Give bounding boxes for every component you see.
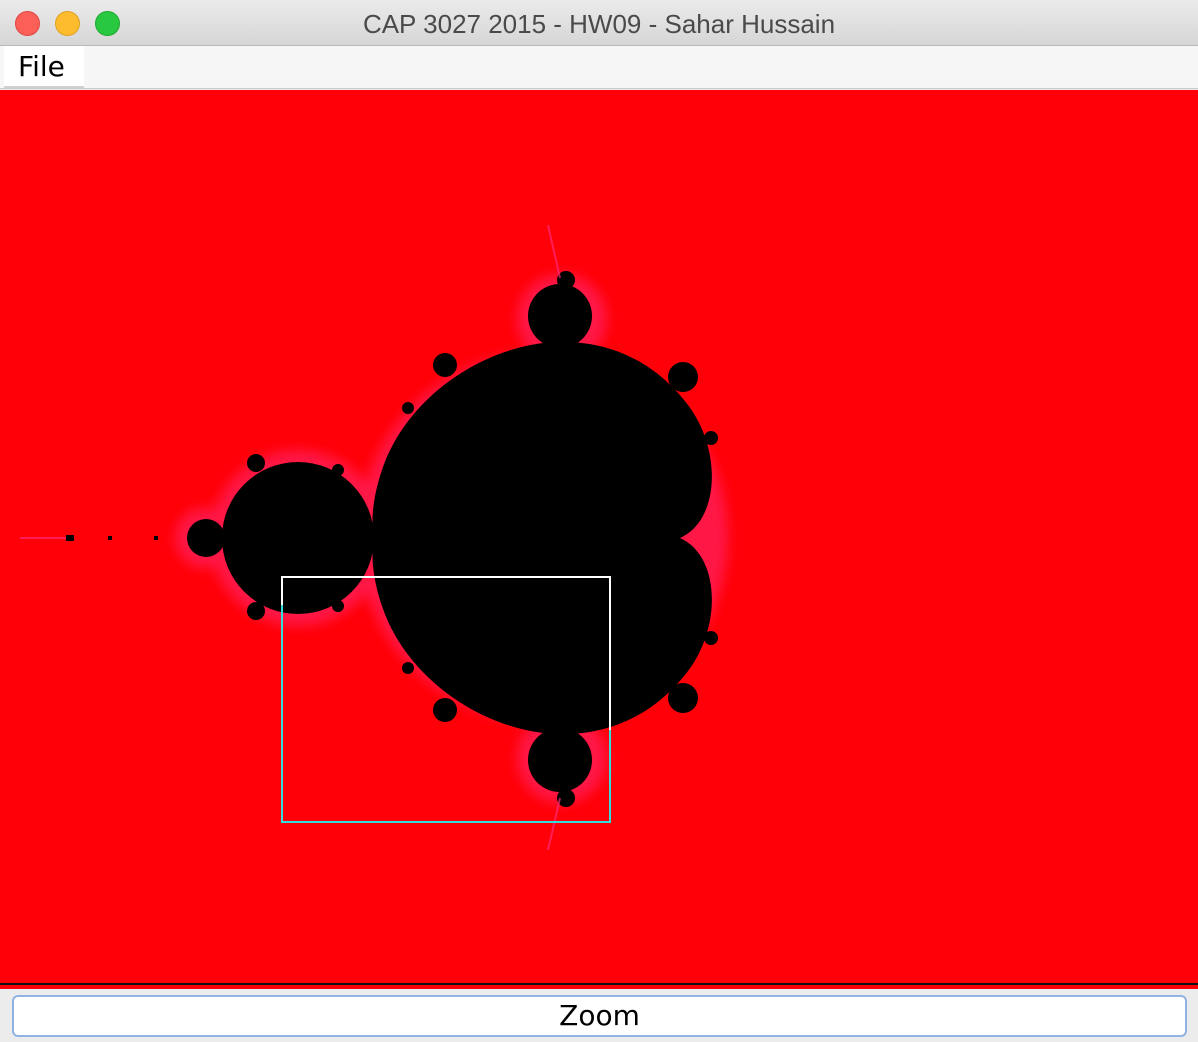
bottom-bulb	[528, 728, 592, 792]
mandelbrot-image	[0, 90, 1198, 983]
zoom-bar: Zoom	[0, 989, 1198, 1042]
zoom-button[interactable]: Zoom	[12, 995, 1187, 1037]
top-bulb	[528, 284, 592, 348]
window-title: CAP 3027 2015 - HW09 - Sahar Hussain	[362, 9, 836, 39]
menu-bar: File	[0, 46, 1198, 89]
fractal-canvas[interactable]	[0, 90, 1198, 983]
left-minibulb	[187, 519, 225, 557]
period-two-bulb	[222, 462, 374, 614]
menu-file[interactable]: File	[4, 46, 84, 88]
title-bar: CAP 3027 2015 - HW09 - Sahar Hussain	[0, 0, 1198, 46]
